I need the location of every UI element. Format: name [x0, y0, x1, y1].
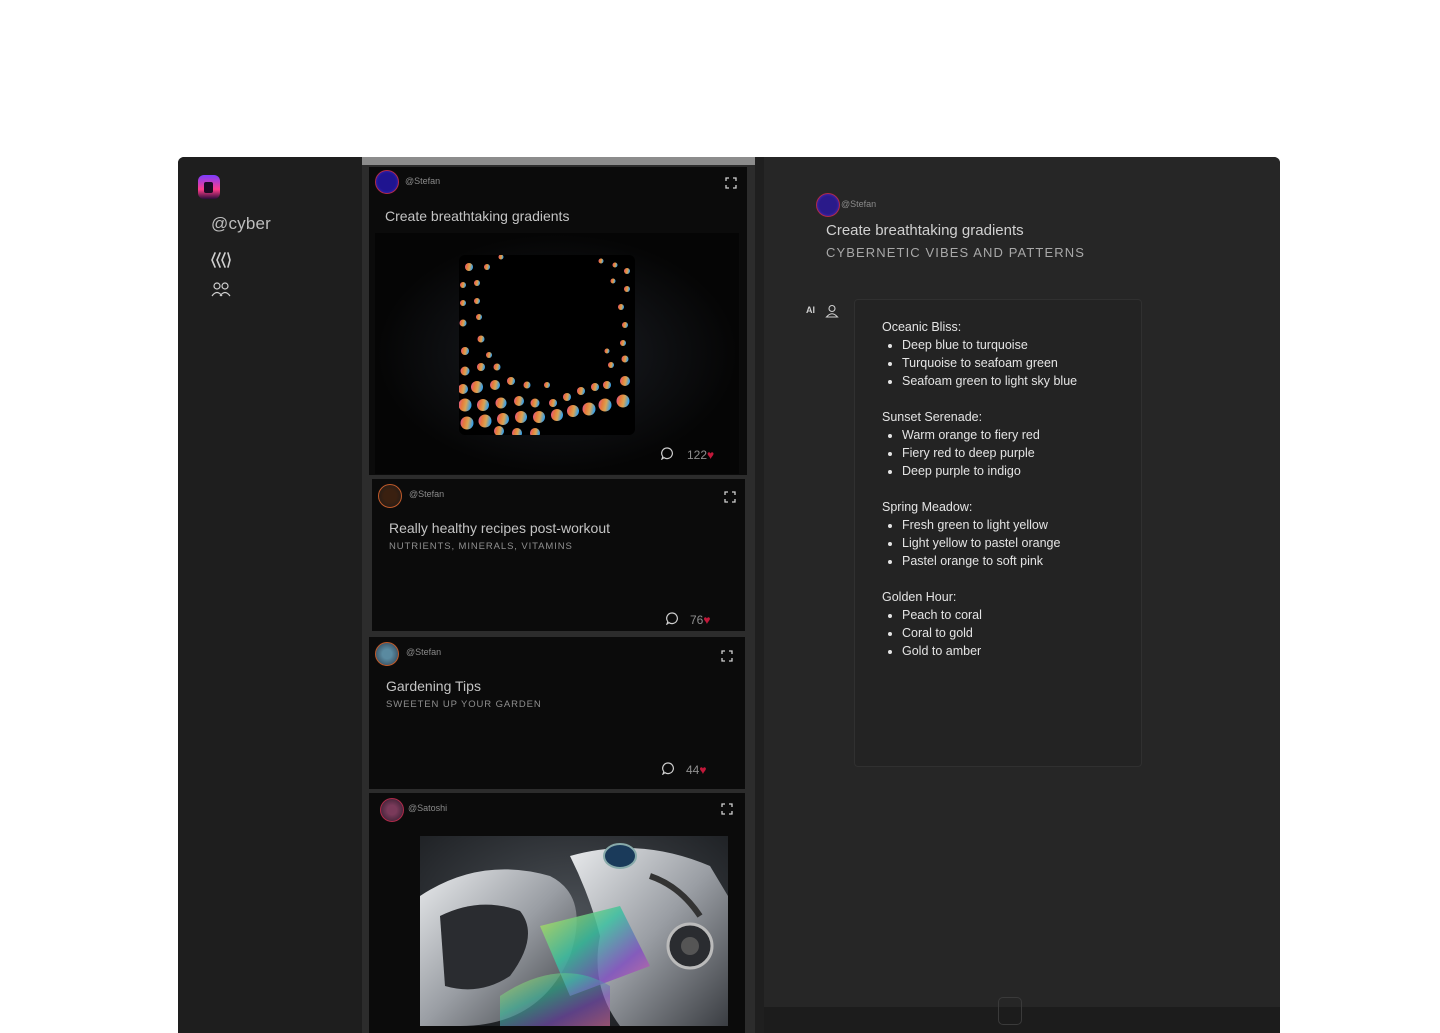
- home-button[interactable]: [998, 997, 1022, 1025]
- list-item: Deep blue to turquoise: [902, 338, 1077, 352]
- post-card[interactable]: @Stefan Really healthy recipes post-work…: [372, 479, 745, 631]
- list-item: Peach to coral: [902, 608, 982, 622]
- feed-icon[interactable]: [211, 251, 231, 269]
- logo-icon[interactable]: [198, 175, 220, 199]
- post-card[interactable]: @Stefan Gardening Tips SWEETEN UP YOUR G…: [369, 637, 745, 789]
- post-subtitle: SWEETEN UP YOUR GARDEN: [386, 699, 542, 710]
- post-title[interactable]: Create breathtaking gradients: [385, 208, 569, 224]
- post-handle[interactable]: @Satoshi: [408, 803, 447, 813]
- avatar[interactable]: [380, 798, 404, 822]
- list-item: Turquoise to seafoam green: [902, 356, 1077, 370]
- app-window: @cyber @Stefan Create breathtaking gradi…: [178, 157, 1280, 1033]
- dot-pattern-image: [459, 255, 635, 435]
- comment-icon[interactable]: [666, 612, 679, 625]
- detail-handle[interactable]: @Stefan: [841, 199, 876, 209]
- group-list: Fresh green to light yellow Light yellow…: [882, 518, 1060, 568]
- avatar[interactable]: [378, 484, 402, 508]
- post-card[interactable]: @Satoshi: [369, 793, 745, 1033]
- group-list: Peach to coral Coral to gold Gold to amb…: [882, 608, 982, 658]
- like-count-value: 76: [690, 613, 704, 627]
- list-item: Fresh green to light yellow: [902, 518, 1060, 532]
- group-heading: Oceanic Bliss:: [882, 320, 962, 334]
- post-title[interactable]: Gardening Tips: [386, 678, 481, 694]
- post-card[interactable]: @Stefan Create breathtaking gradients 12…: [369, 167, 747, 475]
- list-item: Seafoam green to light sky blue: [902, 374, 1077, 388]
- group-heading: Golden Hour:: [882, 590, 957, 604]
- like-count: 122♥: [687, 448, 714, 462]
- user-icon[interactable]: [825, 304, 839, 318]
- heart-icon[interactable]: ♥: [703, 613, 710, 627]
- heart-icon[interactable]: ♥: [699, 763, 706, 777]
- list-item: Deep purple to indigo: [902, 464, 1040, 478]
- post-handle[interactable]: @Stefan: [409, 489, 444, 499]
- avatar[interactable]: [816, 193, 840, 217]
- list-item: Fiery red to deep purple: [902, 446, 1040, 460]
- group-list: Warm orange to fiery red Fiery red to de…: [882, 428, 1040, 478]
- list-item: Pastel orange to soft pink: [902, 554, 1060, 568]
- ai-label[interactable]: AI: [806, 305, 815, 315]
- avatar[interactable]: [375, 642, 399, 666]
- list-item: Warm orange to fiery red: [902, 428, 1040, 442]
- gradient-artwork[interactable]: [375, 233, 739, 474]
- bottom-bar: [764, 997, 1280, 1033]
- comment-icon[interactable]: [662, 762, 675, 775]
- robot-illustration: [420, 836, 728, 1026]
- expand-icon[interactable]: [721, 650, 733, 662]
- list-item: Coral to gold: [902, 626, 982, 640]
- gradient-group: Spring Meadow: Fresh green to light yell…: [882, 500, 1060, 572]
- people-icon[interactable]: [211, 281, 231, 299]
- group-heading: Sunset Serenade:: [882, 410, 983, 424]
- feed-scroll-indicator[interactable]: [362, 157, 755, 165]
- like-count: 44♥: [686, 763, 706, 777]
- gradient-group: Sunset Serenade: Warm orange to fiery re…: [882, 410, 1040, 482]
- detail-panel: @Stefan Create breathtaking gradients CY…: [764, 157, 1280, 1007]
- ai-answer-box: Oceanic Bliss: Deep blue to turquoise Tu…: [854, 299, 1142, 767]
- feed-column: @Stefan Create breathtaking gradients 12…: [362, 157, 755, 1033]
- gradient-group: Golden Hour: Peach to coral Coral to gol…: [882, 590, 982, 662]
- group-heading: Spring Meadow:: [882, 500, 973, 514]
- like-count: 76♥: [690, 613, 710, 627]
- heart-icon[interactable]: ♥: [707, 448, 714, 462]
- expand-icon[interactable]: [721, 803, 733, 815]
- comment-icon[interactable]: [661, 447, 674, 460]
- group-list: Deep blue to turquoise Turquoise to seaf…: [882, 338, 1077, 388]
- detail-subtitle: CYBERNETIC VIBES AND PATTERNS: [826, 245, 1085, 260]
- detail-title: Create breathtaking gradients: [826, 222, 1024, 239]
- post-handle[interactable]: @Stefan: [405, 176, 440, 186]
- list-item: Light yellow to pastel orange: [902, 536, 1060, 550]
- sidebar: @cyber: [178, 157, 362, 1033]
- post-title[interactable]: Really healthy recipes post-workout: [389, 520, 610, 536]
- robot-image[interactable]: [420, 836, 728, 1026]
- expand-icon[interactable]: [724, 491, 736, 503]
- sidebar-username: @cyber: [211, 214, 272, 233]
- post-handle[interactable]: @Stefan: [406, 647, 441, 657]
- avatar[interactable]: [375, 170, 399, 194]
- post-subtitle: NUTRIENTS, MINERALS, VITAMINS: [389, 541, 573, 552]
- expand-icon[interactable]: [725, 177, 737, 189]
- gradient-group: Oceanic Bliss: Deep blue to turquoise Tu…: [882, 320, 1077, 392]
- like-count-value: 122: [687, 448, 708, 462]
- list-item: Gold to amber: [902, 644, 982, 658]
- like-count-value: 44: [686, 763, 700, 777]
